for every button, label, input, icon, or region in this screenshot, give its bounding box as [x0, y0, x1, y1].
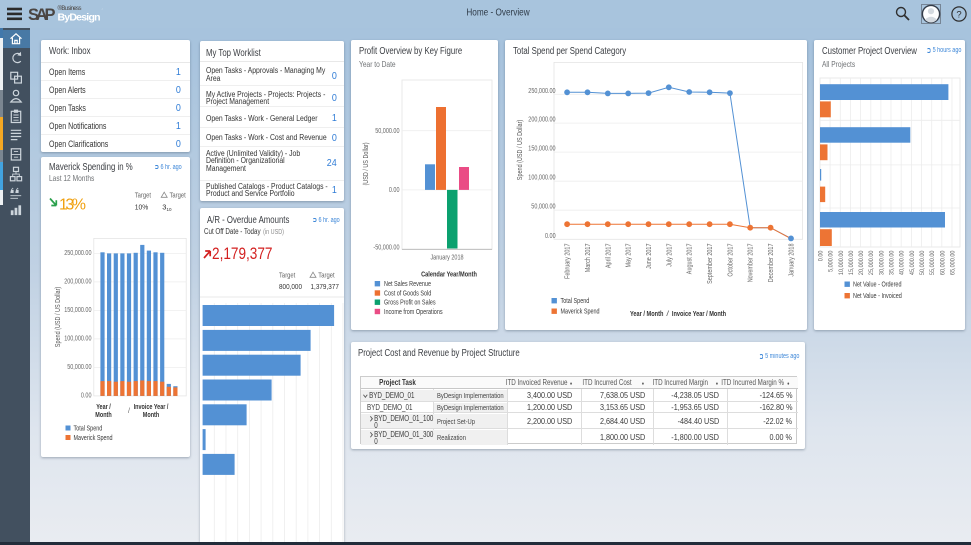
- svg-text:Cut Off Date - Today: Cut Off Date - Today: [204, 227, 261, 236]
- svg-text:January 2018: January 2018: [789, 243, 796, 276]
- svg-text:SAP: SAP: [28, 6, 55, 24]
- svg-text:200,000.00: 200,000.00: [64, 278, 91, 285]
- svg-text:40,000.00: 40,000.00: [899, 250, 906, 275]
- svg-text:50,000.00: 50,000.00: [531, 204, 555, 211]
- svg-text:5,000.00: 5,000.00: [828, 250, 835, 272]
- svg-text:Gross Profit on Sales: Gross Profit on Sales: [384, 300, 436, 307]
- svg-text:April 2017: April 2017: [605, 243, 612, 268]
- svg-text:30,000.00: 30,000.00: [878, 250, 885, 275]
- svg-text:50,000.00: 50,000.00: [919, 250, 926, 275]
- svg-text:December 2017: December 2017: [768, 243, 775, 282]
- svg-text:10: 10: [167, 207, 173, 212]
- svg-text:15,000.00: 15,000.00: [848, 250, 855, 275]
- svg-text:100,000.00: 100,000.00: [64, 335, 91, 342]
- svg-text:0.00: 0.00: [818, 250, 825, 261]
- svg-text:Net Sales Revenue: Net Sales Revenue: [384, 281, 431, 288]
- svg-text:September 2017: September 2017: [707, 243, 714, 283]
- svg-text:60,000.00: 60,000.00: [939, 250, 946, 275]
- svg-text:Maverick Spend: Maverick Spend: [74, 435, 113, 442]
- svg-text:55,000.00: 55,000.00: [929, 250, 936, 275]
- svg-text:800,000: 800,000: [279, 282, 302, 291]
- svg-text:Target: Target: [318, 271, 335, 280]
- svg-text:October 2017: October 2017: [727, 243, 734, 276]
- svg-text:150,000.00: 150,000.00: [64, 307, 91, 314]
- svg-text:200,000.00: 200,000.00: [528, 117, 555, 124]
- svg-text:Month: Month: [95, 412, 111, 419]
- svg-text:150,000.00: 150,000.00: [528, 146, 555, 153]
- svg-text:July 2017: July 2017: [666, 243, 673, 266]
- svg-text:Maverick Spend: Maverick Spend: [561, 309, 600, 316]
- svg-text:Invoice Year / Month: Invoice Year / Month: [672, 309, 726, 318]
- svg-text:Net Value - Ordered: Net Value - Ordered: [853, 282, 902, 289]
- svg-text:50,000.00: 50,000.00: [67, 364, 91, 371]
- svg-text:March 2017: March 2017: [585, 243, 592, 272]
- svg-text:100,000.00: 100,000.00: [528, 175, 555, 182]
- svg-text:Target: Target: [279, 271, 296, 280]
- svg-text:Home - Overview: Home - Overview: [466, 7, 530, 19]
- svg-text:20,000.00: 20,000.00: [858, 250, 865, 275]
- svg-text:250,000.00: 250,000.00: [64, 250, 91, 257]
- svg-text:August 2017: August 2017: [687, 243, 694, 274]
- svg-text:0.00: 0.00: [545, 233, 556, 240]
- svg-text:45,000.00: 45,000.00: [909, 250, 916, 275]
- svg-text:Spend (USD / US Dollar): Spend (USD / US Dollar): [517, 120, 524, 180]
- svg-text:25,000.00: 25,000.00: [868, 250, 875, 275]
- svg-text:35,000.00: 35,000.00: [889, 250, 896, 275]
- svg-text:Calendar Year/Month: Calendar Year/Month: [421, 270, 477, 279]
- svg-text:50,000.00: 50,000.00: [375, 128, 399, 135]
- svg-text:Income from Operations: Income from Operations: [384, 309, 443, 316]
- svg-text:May 2017: May 2017: [626, 243, 633, 267]
- svg-text:´: ´: [102, 9, 104, 15]
- svg-text:Invoice Year /: Invoice Year /: [134, 404, 169, 411]
- svg-text:?: ?: [956, 10, 961, 21]
- svg-text:February 2017: February 2017: [565, 243, 572, 279]
- svg-text:10%: 10%: [135, 203, 149, 212]
- svg-text:Target: Target: [135, 191, 152, 200]
- svg-text:Net Value - Invoiced: Net Value - Invoiced: [853, 293, 902, 300]
- svg-text:/: /: [663, 309, 672, 318]
- svg-text:65,000.00: 65,000.00: [950, 250, 957, 275]
- svg-text:-50,000.00: -50,000.00: [373, 245, 399, 252]
- svg-text:250,000.00: 250,000.00: [528, 88, 555, 95]
- svg-text:Target: Target: [170, 191, 187, 200]
- svg-text:10,000.00: 10,000.00: [838, 250, 845, 275]
- svg-text:Total Spend: Total Spend: [74, 426, 103, 433]
- svg-text:Spend (USD / US Dollar): Spend (USD / US Dollar): [55, 287, 62, 347]
- svg-text:(USD / US Dollar): (USD / US Dollar): [363, 142, 370, 185]
- svg-text:(in USD): (in USD): [263, 229, 284, 236]
- svg-text:November 2017: November 2017: [748, 243, 755, 282]
- svg-text:Year /: Year /: [96, 404, 111, 411]
- svg-text:January 2018: January 2018: [430, 255, 463, 262]
- svg-text:Total Spend: Total Spend: [561, 298, 590, 305]
- svg-text:Cost of Goods Sold: Cost of Goods Sold: [384, 290, 431, 297]
- svg-text:2,179,377: 2,179,377: [212, 245, 273, 263]
- svg-text:0.00: 0.00: [389, 187, 400, 194]
- svg-text:/: /: [128, 408, 130, 415]
- svg-text:1,379,377: 1,379,377: [311, 282, 339, 291]
- svg-text:Month: Month: [143, 412, 159, 419]
- svg-text:13%: 13%: [59, 197, 86, 214]
- svg-text:June 2017: June 2017: [646, 243, 653, 269]
- svg-text:ByDesign: ByDesign: [58, 12, 101, 24]
- svg-text:Year / Month: Year / Month: [630, 309, 663, 318]
- svg-text:0.00: 0.00: [81, 392, 92, 399]
